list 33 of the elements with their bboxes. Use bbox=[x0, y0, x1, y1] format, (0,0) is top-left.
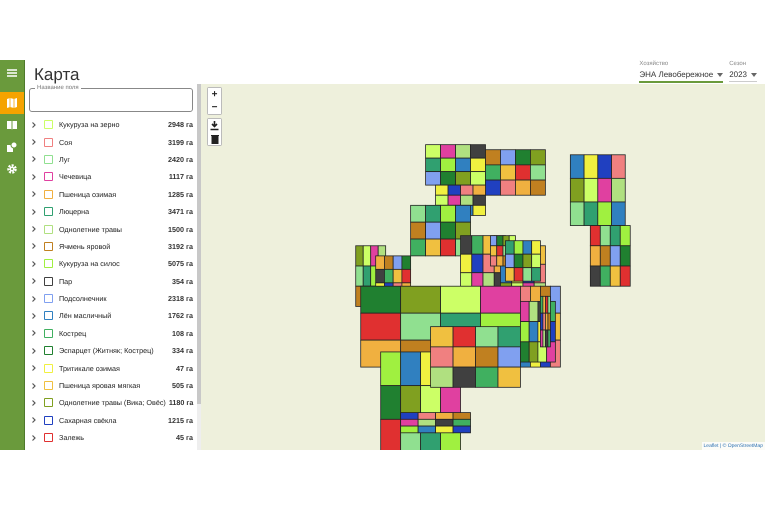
delete-button[interactable] bbox=[208, 132, 221, 145]
trash-icon bbox=[210, 134, 218, 144]
caret-icon bbox=[751, 72, 757, 76]
chevron-icon[interactable] bbox=[32, 417, 36, 424]
download-icon bbox=[210, 120, 219, 130]
chevron-icon[interactable] bbox=[32, 174, 36, 180]
shapes-icon bbox=[6, 141, 18, 153]
download-button[interactable] bbox=[208, 119, 221, 132]
settings-icon bbox=[6, 163, 18, 175]
dropdown[interactable]: 2023 bbox=[729, 70, 757, 82]
chevron-icon[interactable] bbox=[32, 434, 36, 441]
chevron-icon[interactable] bbox=[32, 122, 36, 128]
menu-icon bbox=[6, 67, 18, 79]
chevron-icon[interactable] bbox=[32, 348, 36, 354]
scrollbar[interactable] bbox=[197, 84, 201, 450]
page-title: Карта bbox=[34, 65, 80, 84]
chevron-icon[interactable] bbox=[32, 226, 36, 232]
chevron-icon[interactable] bbox=[32, 208, 36, 215]
map-icon bbox=[6, 97, 18, 109]
chevron-icon[interactable] bbox=[32, 296, 36, 302]
chevron-icon[interactable] bbox=[32, 278, 36, 284]
chevron-icon[interactable] bbox=[32, 312, 36, 319]
chevron-icon[interactable] bbox=[32, 260, 36, 267]
chevron-icon[interactable] bbox=[32, 156, 36, 162]
chevron-icon[interactable] bbox=[32, 243, 36, 250]
book-icon bbox=[6, 119, 18, 131]
chevron-icon[interactable] bbox=[32, 382, 36, 389]
caret-icon bbox=[717, 72, 724, 76]
chevron-icon[interactable] bbox=[32, 365, 36, 372]
chevron-icon[interactable] bbox=[32, 330, 36, 336]
chevron-icon[interactable] bbox=[32, 400, 36, 406]
chevron-icon[interactable] bbox=[32, 139, 36, 146]
chevron-icon[interactable] bbox=[32, 191, 36, 198]
